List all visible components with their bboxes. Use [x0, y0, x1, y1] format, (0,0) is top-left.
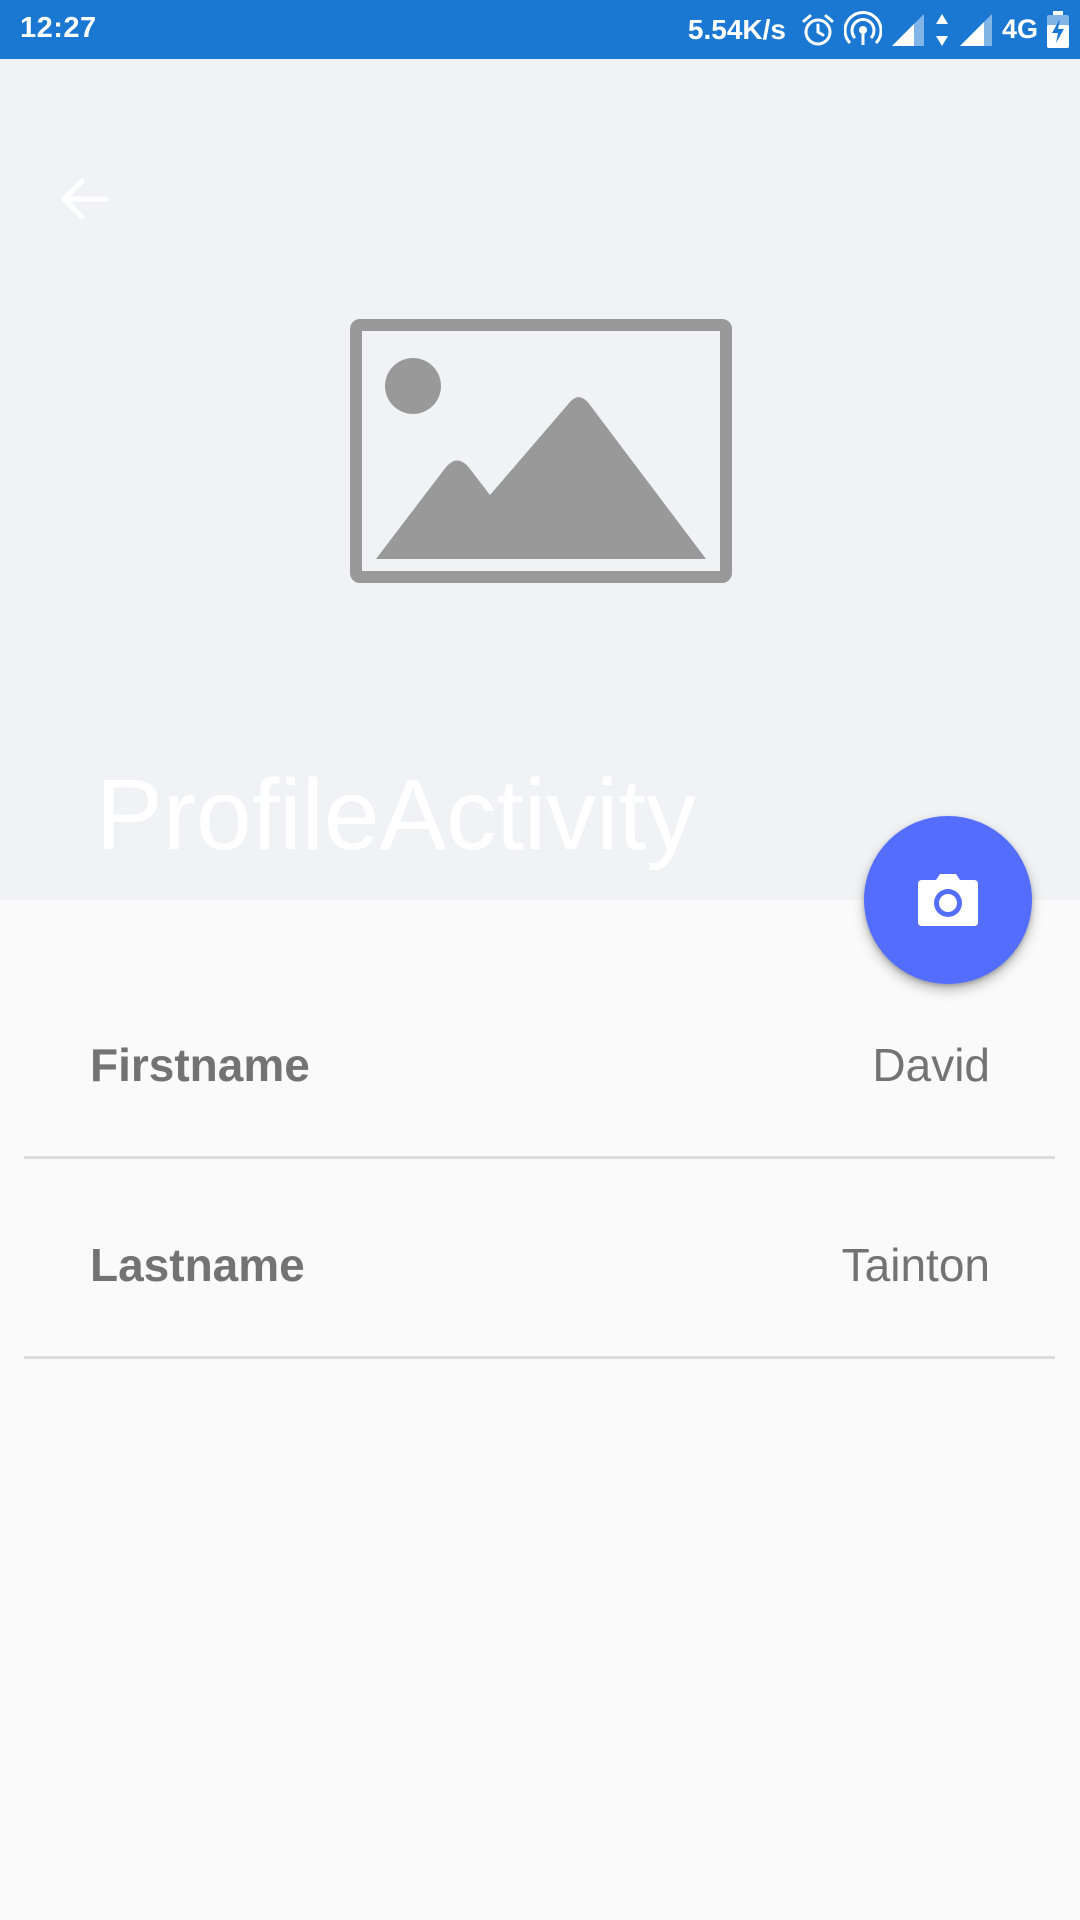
change-photo-button[interactable] [864, 816, 1032, 984]
lastname-label: Lastname [90, 1239, 305, 1291]
image-placeholder-icon [350, 319, 732, 583]
status-icons: 5.54K/s 4G [688, 0, 1070, 59]
signal-icon [959, 13, 992, 46]
camera-icon [918, 874, 978, 926]
alarm-icon [802, 14, 834, 45]
firstname-label: Firstname [90, 1039, 310, 1091]
divider [24, 1356, 1055, 1359]
firstname-row[interactable]: Firstname David [0, 1010, 1080, 1110]
hotspot-icon [843, 10, 882, 45]
network-type: 4G [1001, 14, 1038, 44]
data-arrows-icon [935, 13, 948, 46]
lastname-row[interactable]: Lastname Tainton [0, 1210, 1080, 1310]
collapsing-toolbar: ProfileActivity [0, 59, 1080, 900]
firstname-value: David [872, 1039, 990, 1091]
back-button[interactable] [44, 159, 124, 239]
lastname-value: Tainton [841, 1239, 990, 1291]
status-bar: 12:27 5.54K/s 4G [0, 0, 1080, 59]
divider [24, 1156, 1055, 1159]
battery-charging-icon [1047, 10, 1069, 48]
arrow-back-icon [61, 178, 109, 220]
status-time: 12:27 [20, 12, 97, 44]
signal-icon [891, 13, 924, 46]
network-speed: 5.54K/s [687, 13, 786, 45]
profile-screen: 12:27 5.54K/s 4G ProfileActivity Firstna… [0, 0, 1080, 1920]
page-title: ProfileActivity [96, 759, 697, 871]
